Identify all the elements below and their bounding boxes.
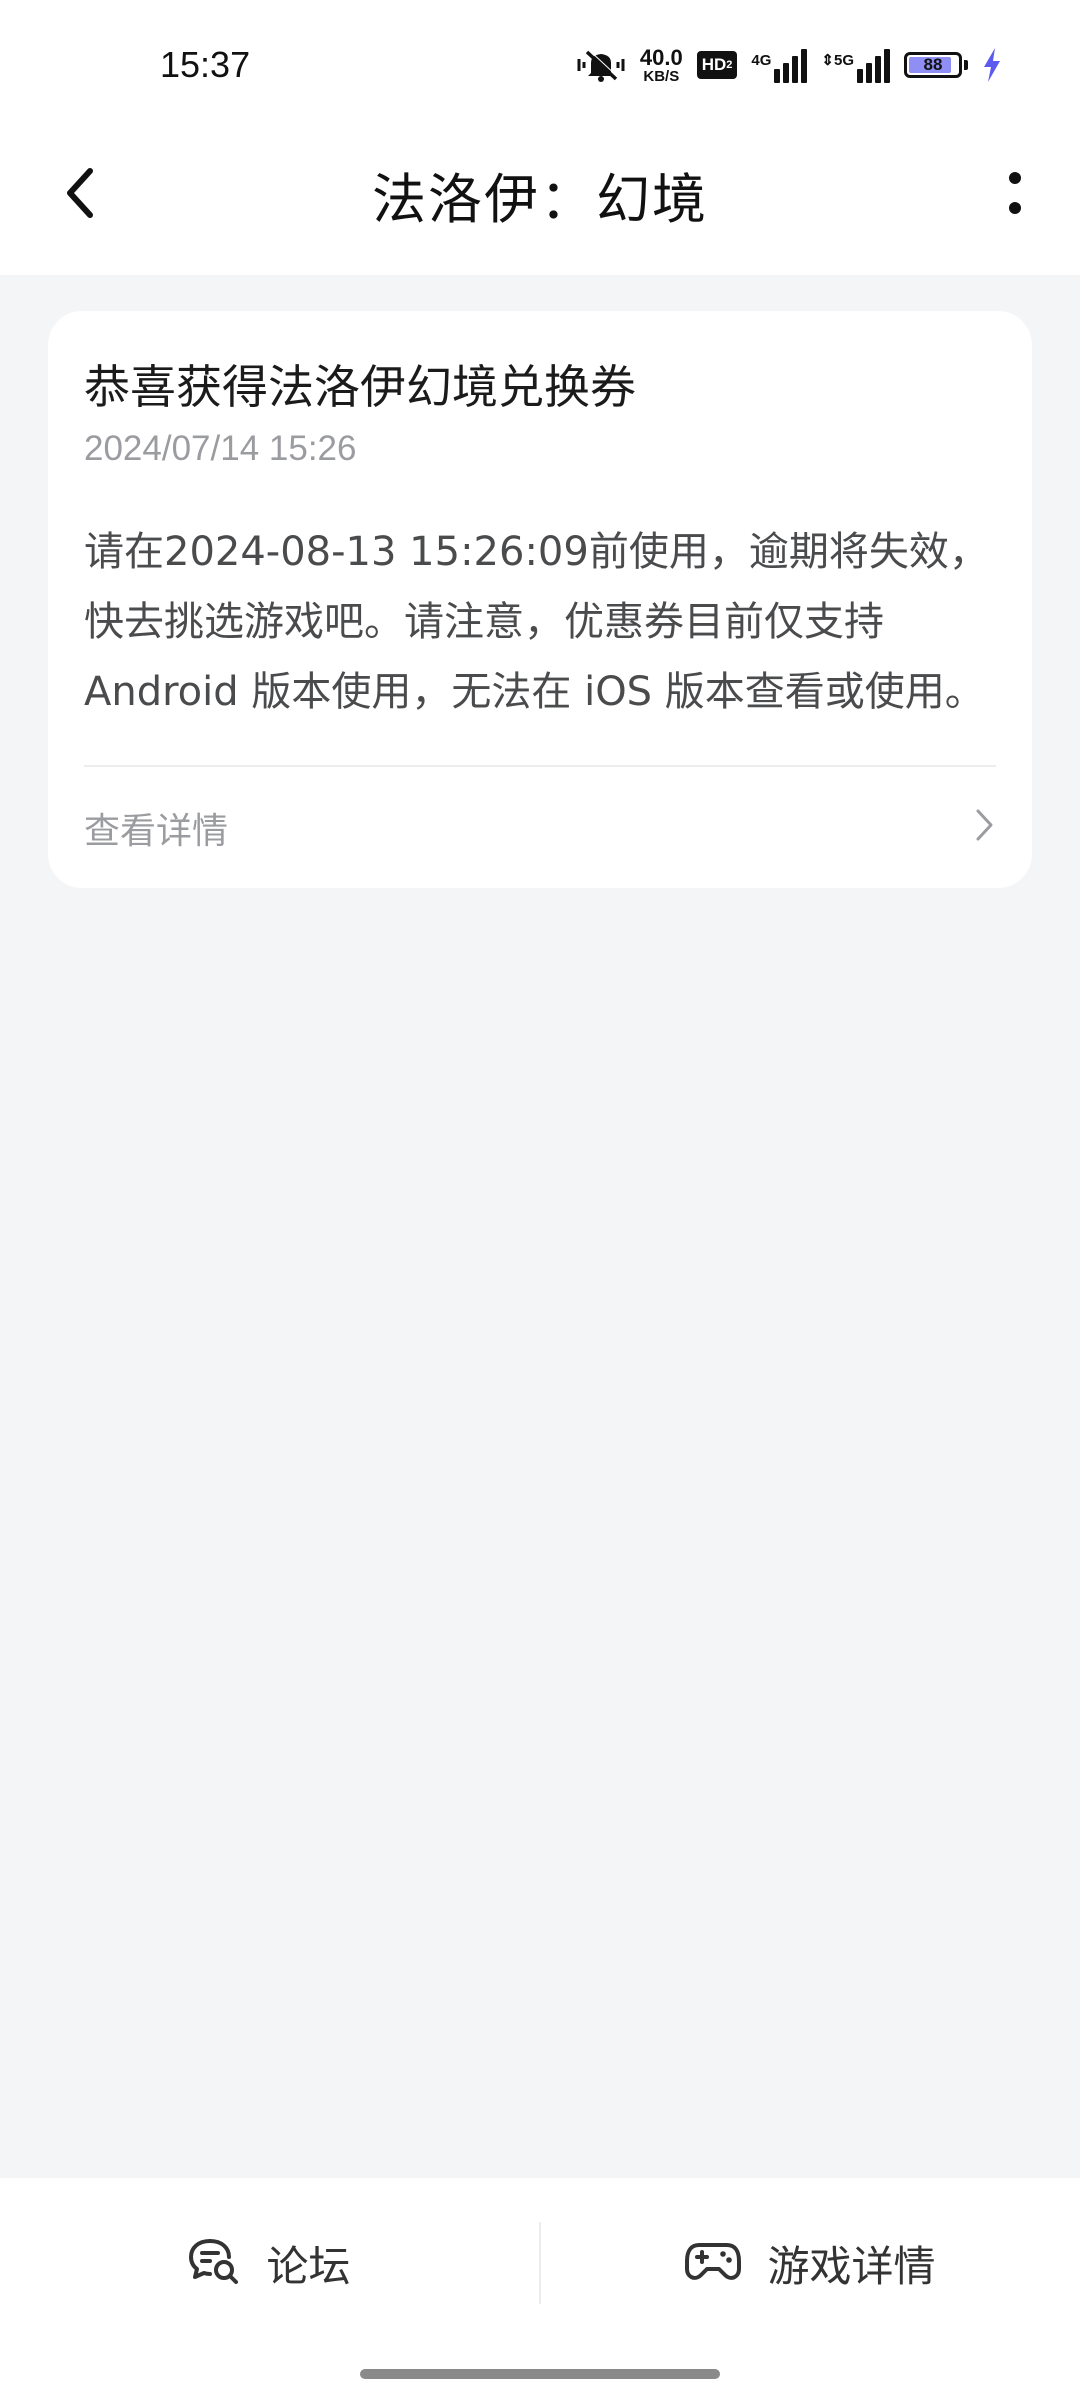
game-details-label: 游戏详情 <box>767 2241 936 2291</box>
hd-badge-sub: 2 <box>726 59 733 71</box>
message-body-line: 快去挑选游戏吧。请注意，优惠券目前仅支持 <box>84 599 884 645</box>
message-body-line: 请在2024-08-13 15:26:09前使用，逾期将失效， <box>84 529 989 575</box>
page-title: 法洛伊：幻境 <box>372 168 708 231</box>
forum-chat-icon <box>188 2237 240 2290</box>
more-button[interactable] <box>995 165 1035 225</box>
signal-5g-label-text: 5G <box>833 52 854 69</box>
message-card: 恭喜获得法洛伊幻境兑换券 2024/07/14 15:26 请在2024-08-… <box>48 311 1032 888</box>
home-indicator[interactable] <box>360 2369 720 2379</box>
game-details-button[interactable]: 游戏详情 <box>541 2178 1080 2348</box>
forum-label: 论坛 <box>266 2241 351 2291</box>
mute-vibrate-icon <box>576 45 626 85</box>
bottom-bar: 论坛 游戏详情 <box>0 2178 1080 2400</box>
nav-bar: 法洛伊：幻境 <box>0 135 1080 275</box>
signal-4g-label: 4G <box>751 52 772 69</box>
chevron-right-icon <box>972 807 996 848</box>
signal-4g-icon: 4G <box>751 47 808 83</box>
network-speed: 40.0 KB/S <box>639 44 683 85</box>
forum-button[interactable]: 论坛 <box>0 2178 539 2348</box>
message-body: 请在2024-08-13 15:26:09前使用，逾期将失效， 快去挑选游戏吧。… <box>84 517 1014 727</box>
hd-voice-badge: HD 2 <box>696 51 738 79</box>
battery-body: 88 <box>904 52 962 78</box>
top-area: 15:37 40.0 KB/S HD 2 4G ⇕5G 88 法洛伊：幻境 <box>0 0 1080 275</box>
message-title: 恭喜获得法洛伊幻境兑换券 <box>84 360 636 414</box>
battery-level: 88 <box>923 55 943 74</box>
battery-tip <box>964 60 968 70</box>
network-speed-unit: KB/S <box>643 67 680 85</box>
signal-5g-icon: ⇕5G <box>821 47 890 83</box>
gamepad-icon <box>685 2239 742 2288</box>
view-details-link[interactable]: 查看详情 <box>84 767 996 888</box>
view-details-label: 查看详情 <box>84 810 229 852</box>
more-vertical-icon <box>1008 170 1022 221</box>
signal-5g-label: ⇕5G <box>821 52 854 69</box>
status-bar: 15:37 40.0 KB/S HD 2 4G ⇕5G 88 <box>0 0 1080 135</box>
status-icons: 40.0 KB/S HD 2 4G ⇕5G 88 <box>576 40 1002 90</box>
charging-icon <box>982 47 1002 83</box>
network-speed-value: 40.0 <box>639 44 683 70</box>
message-body-line: Android 版本使用，无法在 iOS 版本查看或使用。 <box>84 669 985 715</box>
battery-icon: 88 <box>904 52 968 78</box>
hd-badge-text: HD <box>701 55 727 74</box>
message-date: 2024/07/14 15:26 <box>84 429 357 468</box>
status-time: 15:37 <box>160 44 251 85</box>
